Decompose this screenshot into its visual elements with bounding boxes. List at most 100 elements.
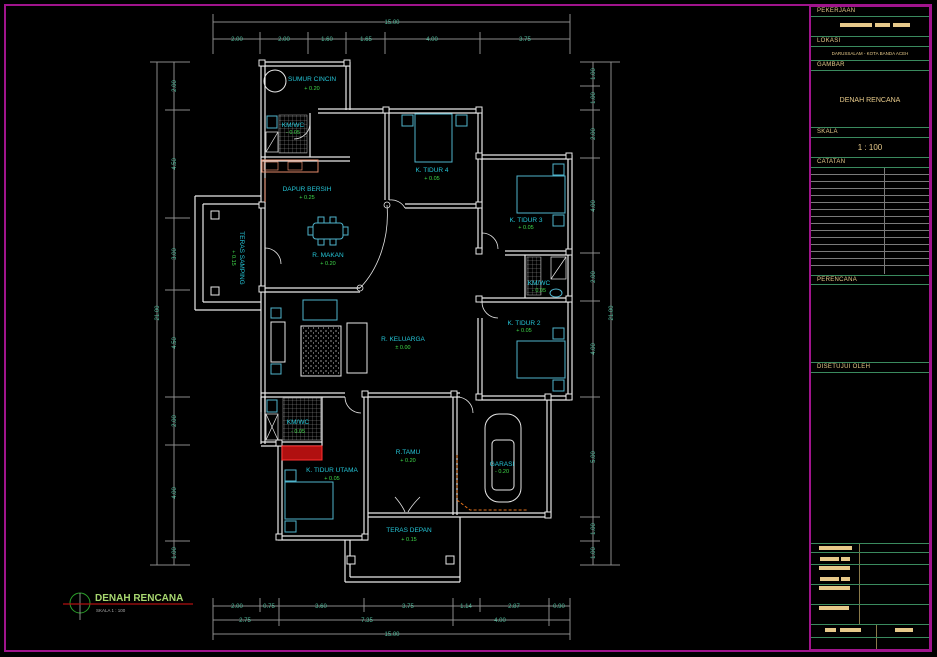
dim-left-overall: 21.00 [155,305,161,321]
room-level: + 0.05 [424,176,439,182]
room-level: - 0.05 [286,130,300,136]
pekerjaan-header: PEKERJAAN [811,7,929,17]
room-name: TERAS SAMPING [238,231,245,284]
notes-grid [811,168,929,275]
redacted-bar [841,557,850,561]
room-level: + 0.05 [518,225,533,231]
room-level: + 0.20 [304,86,319,92]
dim-right: 1.00 [591,523,597,535]
redacted-bar [820,557,839,561]
disetujui-row [811,373,929,544]
dim-bottom: 3.60 [315,604,327,610]
room-name: TERAS DEPAN [386,527,432,534]
room-name: SUMUR CINCIN [288,76,336,83]
redacted-bar [841,577,850,581]
dim-right: 2.00 [591,128,597,140]
redacted-bar [819,546,852,550]
dim-top: 1.65 [360,37,372,43]
room-name: KM/WC [528,280,551,287]
dim-bottom: 4.00 [494,618,506,624]
dim-left: 1.00 [172,547,178,559]
room-level: + 0.25 [299,195,314,201]
signature-block [811,544,929,649]
lokasi-header: LOKASI [811,37,929,47]
shower-icon [265,131,567,441]
room-level: + 0.20 [320,261,335,267]
room-level: - 0.05 [291,429,305,435]
dim-bottom: 0.90 [553,604,565,610]
catatan-header: CATATAN [811,158,929,168]
room-level: + 0.15 [230,250,236,265]
caption-title: DENAH RENCANA [95,593,183,604]
gambar-label: GAMBAR [817,62,845,68]
dim-top: 2.00 [231,37,243,43]
skala-header: SKALA [811,128,929,138]
dim-left: 3.00 [172,248,178,260]
dim-left: 2.00 [172,80,178,92]
pekerjaan-label: PEKERJAAN [817,8,856,14]
dim-right: 4.00 [591,200,597,212]
redacted-bar [819,606,849,610]
room-level: - 0.20 [495,469,509,475]
room-name: K. TIDUR 4 [415,167,448,174]
drawing-caption: DENAH RENCANA SKALA 1 : 100 [63,592,193,620]
sofa-icon [346,322,368,374]
gambar-header: GAMBAR [811,61,929,71]
redacted-bar [819,586,850,590]
dining-table-icon [307,216,349,246]
dim-right-overall: 21.00 [609,305,615,321]
dim-right: 5.00 [591,451,597,463]
dim-left: 4.50 [172,337,178,349]
dim-left: 4.00 [172,487,178,499]
room-level: + 0.15 [401,537,416,543]
catatan-label: CATATAN [817,159,846,165]
dim-bottom: 2.75 [239,618,251,624]
dim-bottom: 2.87 [508,604,520,610]
room-level: + 0.20 [400,458,415,464]
dim-top: 2.00 [278,37,290,43]
room-name: KM/WC [287,419,310,426]
dim-right: 1.00 [591,68,597,80]
pekerjaan-value [811,17,929,37]
dim-left: 4.50 [172,158,178,170]
redacted-bar [875,23,890,27]
redacted-bar [893,23,910,27]
dim-right: 1.00 [591,547,597,559]
gambar-value: DENAH RENCANA [839,97,901,104]
dim-bottom: 0.75 [263,604,275,610]
room-name: R. MAKAN [312,252,344,259]
gambar-row: DENAH RENCANA [811,71,929,128]
dim-bottom: 2.00 [231,604,243,610]
room-name: KM/WC [282,122,305,129]
tv-cabinet [270,321,286,363]
rug [300,325,342,377]
dim-top: 3.75 [519,37,531,43]
disetujui-label: DISETUJUI OLEH [817,364,871,370]
perencana-header: PERENCANA [811,275,929,285]
perencana-label: PERENCANA [817,277,858,283]
dim-bottom: 1.14 [460,604,472,610]
redacted-bar [820,577,839,581]
redacted-bar [895,628,913,632]
title-block: PEKERJAAN LOKASI DARUSSALAM - KOTA BANDA… [809,5,931,651]
wardrobe [281,445,323,461]
redacted-bar [825,628,836,632]
lokasi-label: LOKASI [817,38,841,44]
car-icon [484,413,522,503]
room-name: K. TIDUR 3 [509,217,542,224]
room-name: K. TIDUR UTAMA [306,467,358,474]
dim-top: 1.60 [321,37,333,43]
room-name: GARASI [490,461,515,468]
floor-plan-drawing: 15.00 2.00 2.00 1.60 1.65 4.00 3.75 2.00… [4,4,932,652]
disetujui-header: DISETUJUI OLEH [811,363,929,373]
lokasi-row: DARUSSALAM - KOTA BANDA ACEH [811,47,929,61]
room-level: + 0.05 [516,328,531,334]
perencana-row [811,285,929,363]
dim-bottom-overall: 15.00 [384,632,400,638]
redacted-bar [819,566,850,570]
skala-value: 1 : 100 [857,143,883,152]
dim-right: 4.00 [591,343,597,355]
room-name: R.TAMU [396,449,421,456]
room-level: + 0.05 [324,476,339,482]
dim-bottom: 3.75 [402,604,414,610]
